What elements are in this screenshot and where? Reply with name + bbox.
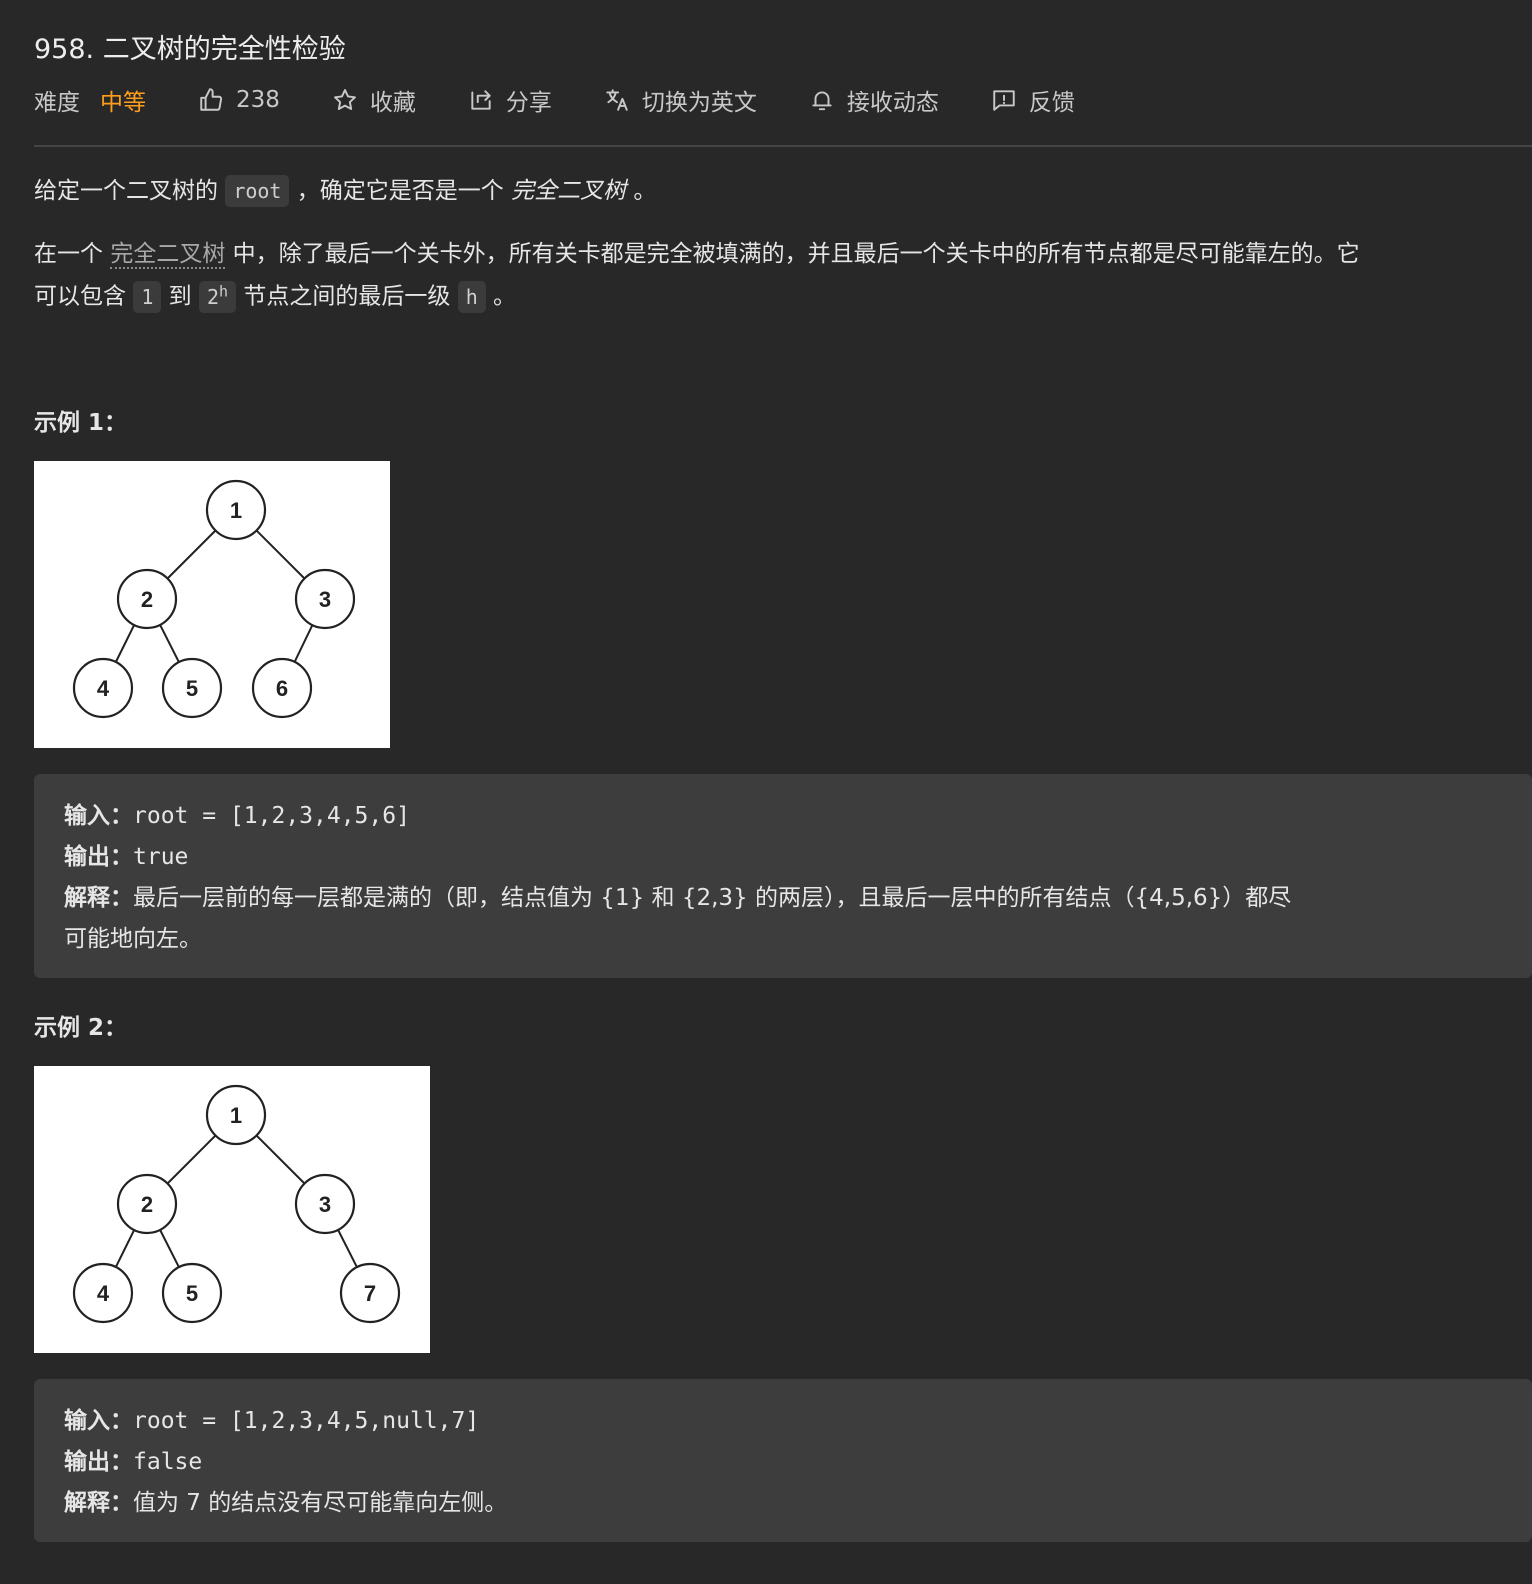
description-text: 。 xyxy=(493,283,517,310)
subscribe-label: 接收动态 xyxy=(846,90,939,116)
share-button[interactable]: 分享 xyxy=(468,83,552,117)
like-button[interactable]: 238 xyxy=(198,87,280,113)
input-value: root = [1,2,3,4,5,6] xyxy=(133,803,410,829)
example-2-box: 输入：root = [1,2,3,4,5,null,7] 输出：false 解释… xyxy=(34,1379,1532,1542)
inline-code-root: root xyxy=(225,175,290,207)
emphasis-complete-binary-tree: 完全二叉树 xyxy=(511,178,627,204)
description-text: 中，除了最后一个关卡外，所有关卡都是完全被填满的，并且最后一个关卡中的所有节点都… xyxy=(232,241,1360,267)
output-value: false xyxy=(133,1449,203,1475)
example-1-heading: 示例 1： xyxy=(34,410,128,436)
subscribe-button[interactable]: 接收动态 xyxy=(809,83,939,117)
explanation-text: 可能地向左。 xyxy=(64,926,202,952)
translate-icon xyxy=(606,89,628,111)
tree-node-label: 6 xyxy=(276,676,288,701)
like-count: 238 xyxy=(236,87,280,113)
translate-button[interactable]: 切换为英文 xyxy=(604,83,757,117)
description-text: 节点之间的最后一级 xyxy=(243,283,451,310)
difficulty-badge: 中等 xyxy=(100,90,146,116)
tree-node-label: 4 xyxy=(97,676,110,701)
tree-node-label: 2 xyxy=(141,1192,153,1217)
tree-node-label: 5 xyxy=(186,676,198,701)
input-label: 输入： xyxy=(64,1408,133,1434)
tree-node-label: 7 xyxy=(364,1281,376,1306)
problem-toolbar: 难度 中等 238 收藏 分享 切换为英文 接收动态 反馈 xyxy=(34,82,1127,118)
description-text: 给定一个二叉树的 xyxy=(34,178,218,204)
description-text: 可以包含 xyxy=(34,283,126,310)
example-1-input: 输入：root = [1,2,3,4,5,6] xyxy=(64,796,410,830)
header-divider xyxy=(34,145,1532,147)
output-value: true xyxy=(133,844,189,870)
code-base: 2 xyxy=(206,284,220,309)
description-paragraph-2-line-1: 在一个 完全二叉树 中，除了最后一个关卡外，所有关卡都是完全被填满的，并且最后一… xyxy=(34,236,1360,273)
share-icon xyxy=(471,90,491,110)
output-label: 输出： xyxy=(64,844,133,870)
favorite-label: 收藏 xyxy=(369,90,416,116)
tree-node-label: 3 xyxy=(319,587,331,612)
problem-title: 958. 二叉树的完全性检验 xyxy=(34,34,346,65)
explanation-label: 解释： xyxy=(64,1490,133,1516)
example-2-input: 输入：root = [1,2,3,4,5,null,7] xyxy=(64,1401,479,1435)
example-2-output: 输出：false xyxy=(64,1442,202,1476)
example-2-heading: 示例 2： xyxy=(34,1015,128,1041)
example-1-box: 输入：root = [1,2,3,4,5,6] 输出：true 解释：最后一层前… xyxy=(34,774,1532,978)
feedback-button[interactable]: 反馈 xyxy=(991,83,1075,117)
share-label: 分享 xyxy=(505,90,552,116)
explanation-text: 最后一层前的每一层都是满的（即，结点值为 {1} 和 {2,3} 的两层），且最… xyxy=(133,885,1292,911)
description-paragraph-1: 给定一个二叉树的 root ，确定它是否是一个 完全二叉树 。 xyxy=(34,173,656,210)
inline-code-h: h xyxy=(457,280,486,313)
input-value: root = [1,2,3,4,5,null,7] xyxy=(133,1408,480,1434)
example-1-explanation-line-1: 解释：最后一层前的每一层都是满的（即，结点值为 {1} 和 {2,3} 的两层）… xyxy=(64,878,1291,912)
star-icon xyxy=(333,89,356,110)
tree-node-label: 3 xyxy=(319,1192,331,1217)
feedback-label: 反馈 xyxy=(1028,90,1075,116)
inline-code-two-pow-h: 2h xyxy=(198,280,237,313)
example-2-explanation: 解释：值为 7 的结点没有尽可能靠向左侧。 xyxy=(64,1483,507,1517)
description-text: ，确定它是否是一个 xyxy=(296,178,504,204)
tree-node-label: 5 xyxy=(186,1281,198,1306)
code-superscript: h xyxy=(219,282,229,300)
description-text: 到 xyxy=(168,283,192,310)
example-2-tree-image: 1 2 3 4 5 7 xyxy=(34,1066,430,1353)
tree-node-label: 1 xyxy=(230,498,242,523)
description-text: 。 xyxy=(633,178,657,204)
example-1-tree-image: 1 2 3 4 5 6 xyxy=(34,461,390,748)
inline-code-one: 1 xyxy=(133,280,162,313)
tree-node-label: 1 xyxy=(230,1103,242,1128)
bell-icon xyxy=(812,91,832,111)
tree-node-label: 2 xyxy=(141,587,153,612)
translate-label: 切换为英文 xyxy=(641,90,757,116)
output-label: 输出： xyxy=(64,1449,133,1475)
example-1-explanation-line-2: 可能地向左。 xyxy=(64,919,202,953)
tree-node-label: 4 xyxy=(97,1281,110,1306)
feedback-icon xyxy=(993,90,1015,111)
explanation-text: 值为 7 的结点没有尽可能靠向左侧。 xyxy=(133,1490,508,1516)
favorite-button[interactable]: 收藏 xyxy=(332,83,416,117)
difficulty-label: 难度 xyxy=(34,90,80,116)
explanation-label: 解释： xyxy=(64,885,133,911)
input-label: 输入： xyxy=(64,803,133,829)
description-paragraph-2-line-2: 可以包含 1 到 2h 节点之间的最后一级 h 。 xyxy=(34,273,516,316)
complete-binary-tree-link[interactable]: 完全二叉树 xyxy=(110,241,226,269)
example-1-output: 输出：true xyxy=(64,837,188,871)
thumbs-up-icon xyxy=(200,88,223,111)
description-text: 在一个 xyxy=(34,241,103,267)
